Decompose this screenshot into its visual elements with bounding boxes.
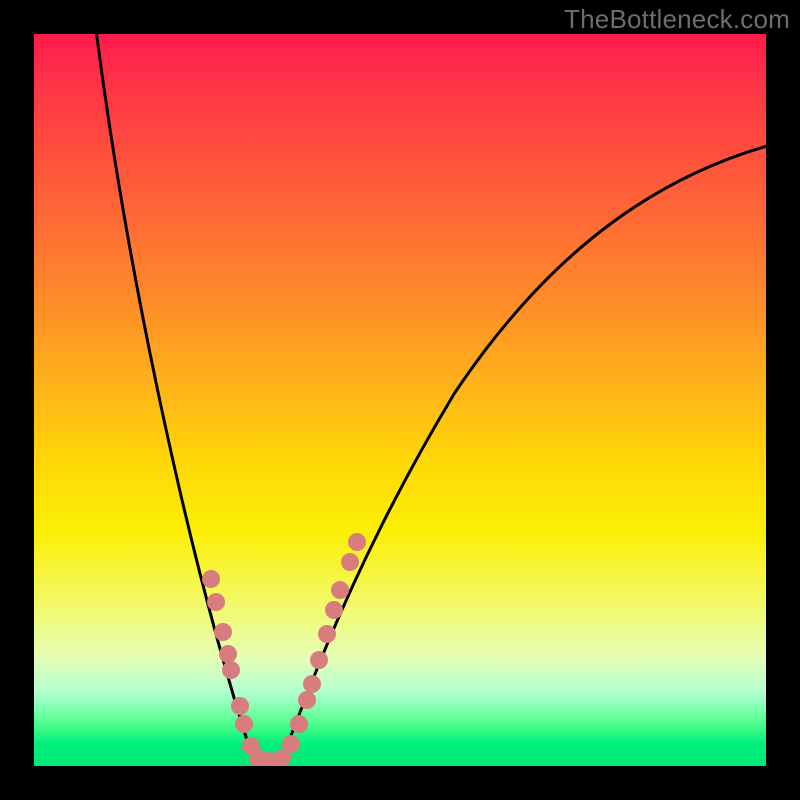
data-point-dot	[235, 715, 253, 733]
data-point-dot	[219, 645, 237, 663]
data-point-dot	[222, 661, 240, 679]
plot-area	[34, 34, 766, 766]
data-point-dot	[282, 735, 300, 753]
data-point-dot	[310, 651, 328, 669]
left-curve	[94, 34, 280, 763]
dot-group	[202, 533, 366, 766]
data-point-dot	[207, 593, 225, 611]
data-point-dot	[348, 533, 366, 551]
data-point-dot	[298, 691, 316, 709]
curve-layer	[34, 34, 766, 766]
data-point-dot	[231, 697, 249, 715]
data-point-dot	[341, 553, 359, 571]
watermark-text: TheBottleneck.com	[564, 4, 790, 35]
data-point-dot	[303, 675, 321, 693]
data-point-dot	[325, 601, 343, 619]
data-point-dot	[331, 581, 349, 599]
chart-frame: TheBottleneck.com	[0, 0, 800, 800]
right-curve	[280, 144, 766, 760]
data-point-dot	[318, 625, 336, 643]
data-point-dot	[290, 715, 308, 733]
data-point-dot	[202, 570, 220, 588]
data-point-dot	[214, 623, 232, 641]
